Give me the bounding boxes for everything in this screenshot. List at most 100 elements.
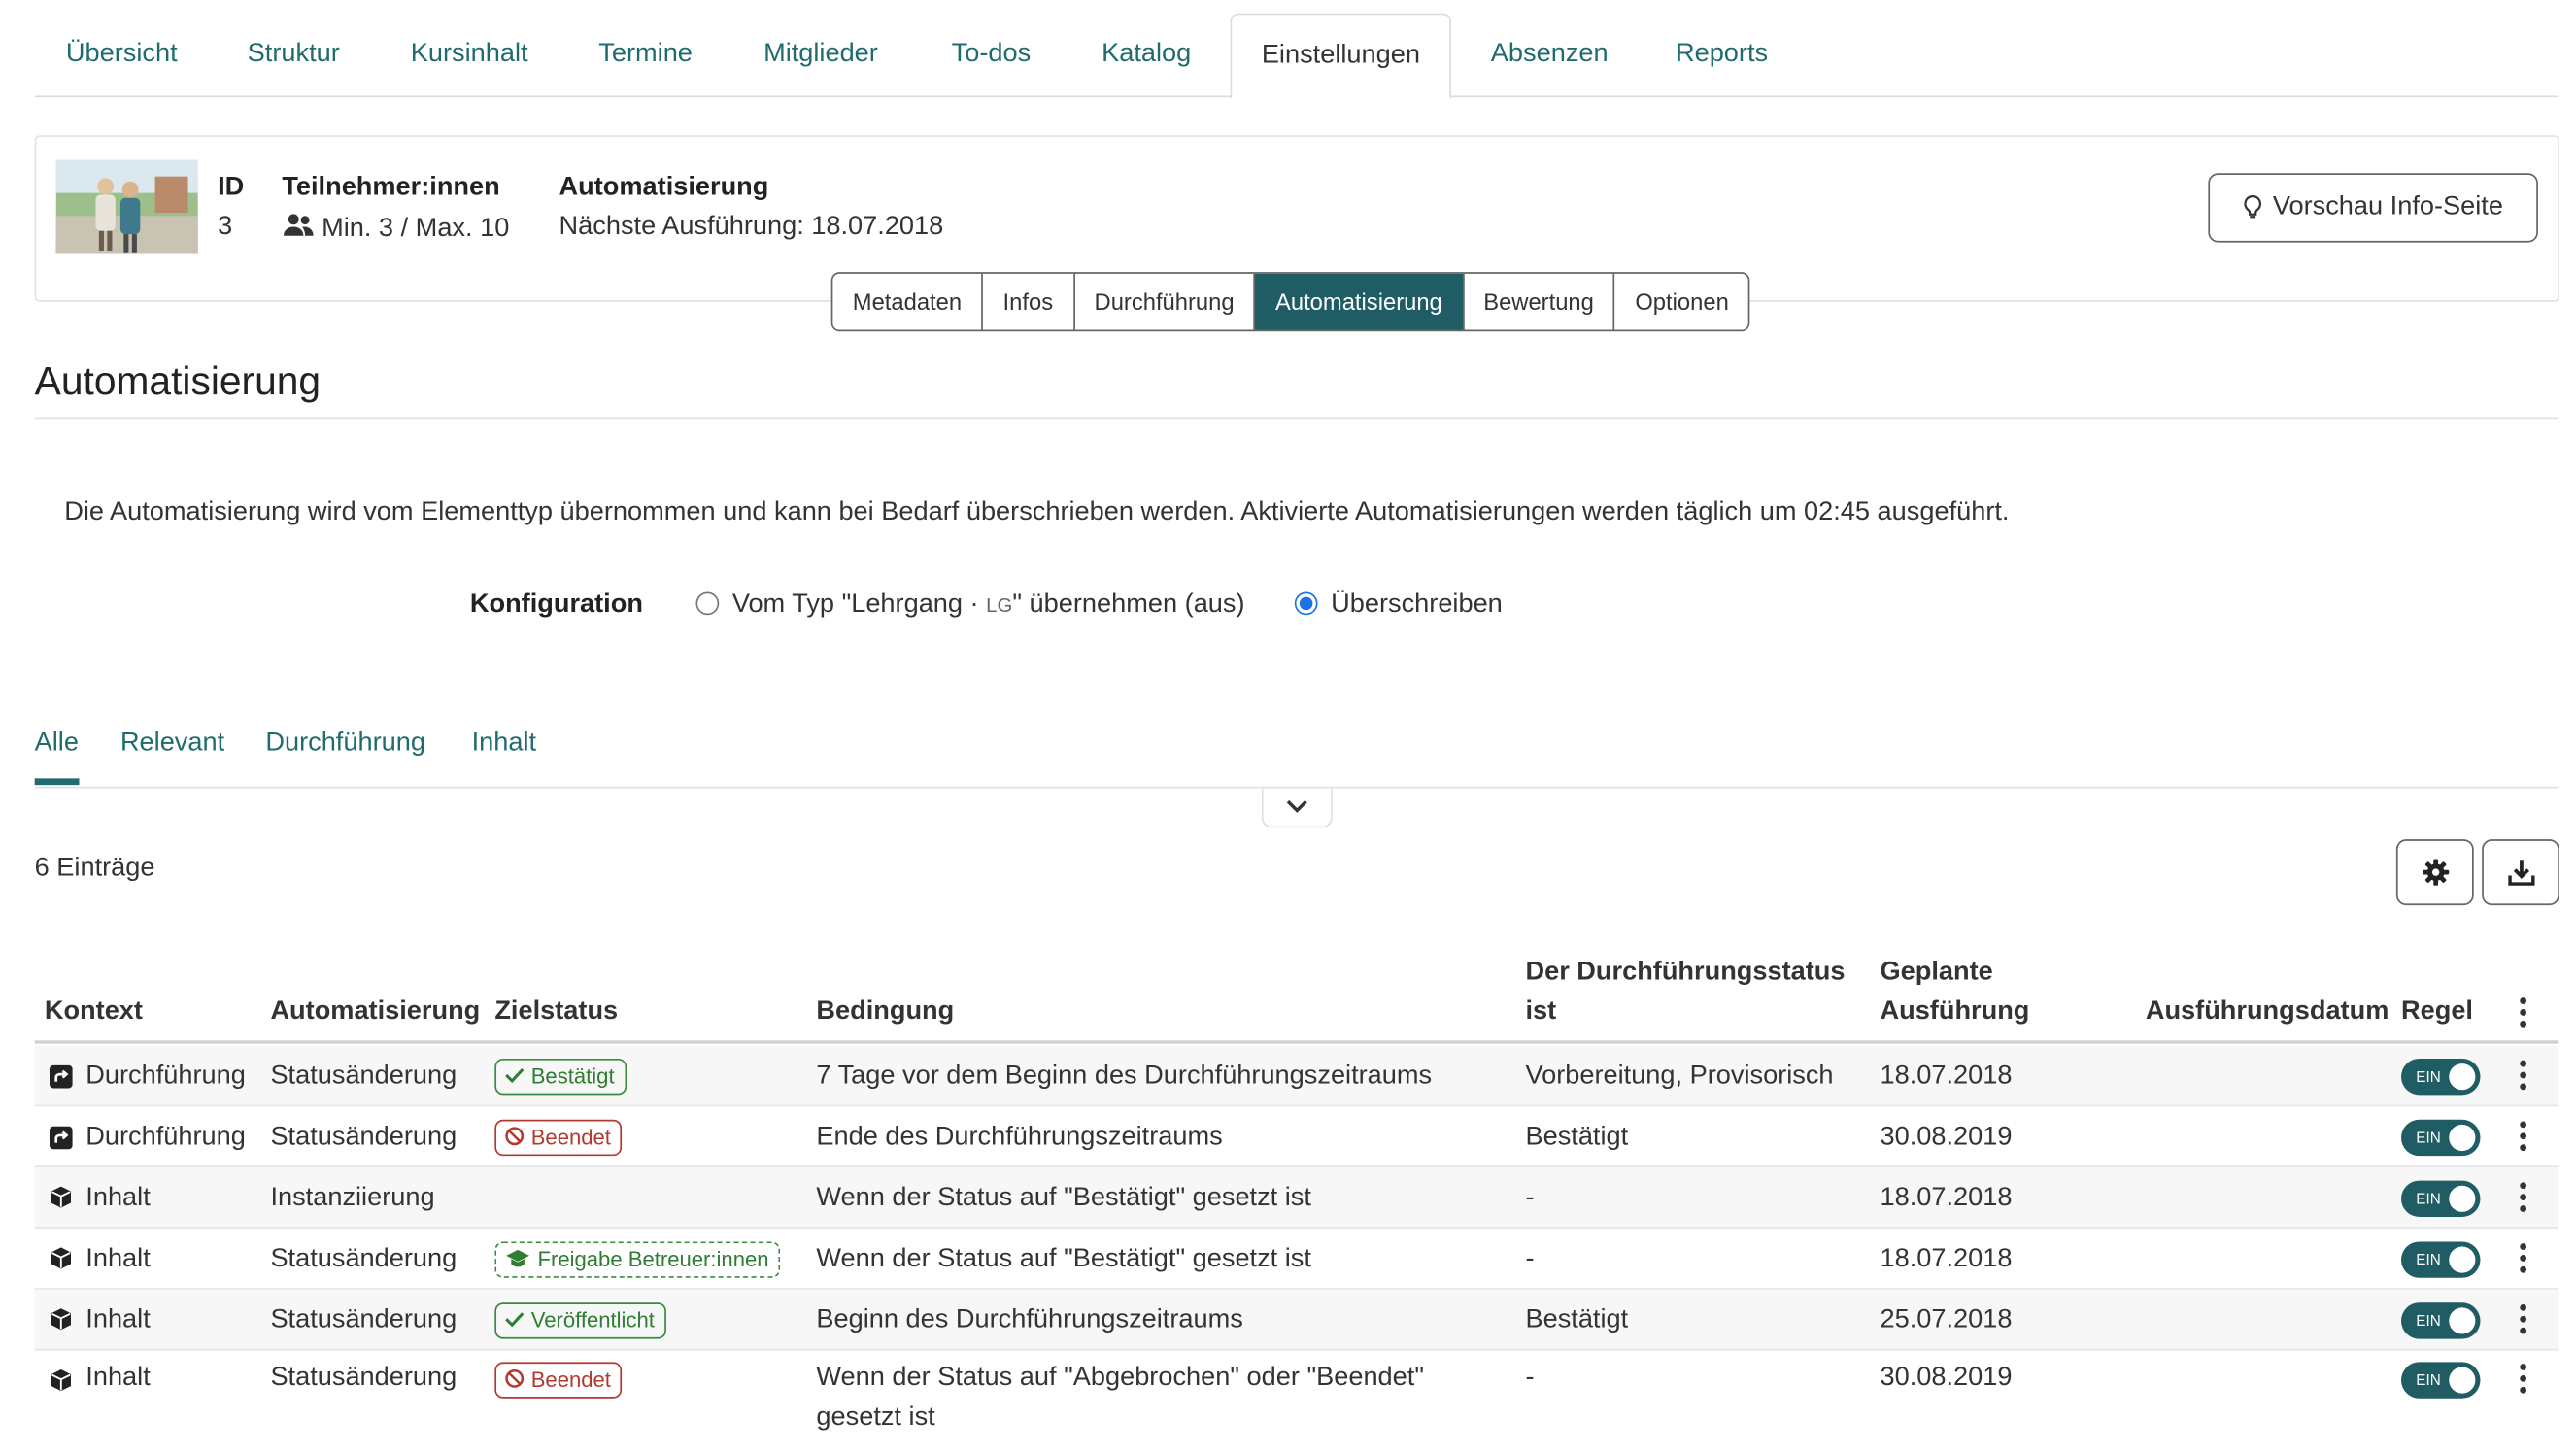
subtab-optionen[interactable]: Optionen [1615,274,1748,330]
divider [34,417,2559,420]
rule-toggle[interactable]: EIN [2400,1241,2481,1278]
active-filter-indicator [34,778,80,786]
rule-toggle[interactable]: EIN [2400,1302,2481,1339]
subtab-automatisierung[interactable]: Automatisierung [1255,273,1464,330]
row-status: - [1525,1364,1535,1392]
row-status: - [1525,1244,1535,1273]
rule-toggle[interactable]: EIN [2400,1362,2481,1399]
radio-inherit-tag: LG [986,593,1013,617]
filter-relevant[interactable]: Relevant [120,728,224,759]
tab-struktur[interactable]: Struktur [248,14,340,96]
lightbulb-icon [2244,194,2262,219]
header-geplant-line1: Geplante [1880,958,1993,987]
row-kontext: Inhalt [85,1364,151,1392]
radio-override-circle[interactable] [1294,591,1318,616]
subtab-infos[interactable]: Infos [983,273,1075,330]
cube-icon [51,1186,72,1208]
cube-icon [51,1247,72,1269]
subtab-bewertung[interactable]: Bewertung [1464,273,1615,330]
row-bedingung: Wenn der Status auf "Bestätigt" gesetzt … [816,1184,1311,1212]
tab-einstellungen[interactable]: Einstellungen [1230,13,1452,99]
config-label: Konfiguration [469,590,643,619]
tab-kursinhalt[interactable]: Kursinhalt [411,14,528,96]
row-automatisierung: Statusänderung [270,1062,458,1091]
row-more-icon[interactable] [2520,1182,2527,1217]
download-icon [2507,860,2534,886]
row-bedingung: Ende des Durchführungszeitraums [816,1123,1223,1152]
tab-mitglieder[interactable]: Mitglieder [763,14,878,96]
row-geplant: 18.07.2018 [1880,1184,2013,1212]
radio-inherit[interactable]: Vom Typ "Lehrgang · LG" übernehmen (aus) [695,590,1245,621]
row-status: Bestätigt [1525,1123,1629,1152]
row-bedingung: Beginn des Durchführungszeitraums [816,1305,1243,1334]
row-more-icon[interactable] [2520,1060,2527,1096]
row-more-icon[interactable] [2520,1364,2527,1399]
tab-reports[interactable]: Reports [1676,14,1768,96]
tab-termine[interactable]: Termine [598,14,693,96]
tab-uebersicht[interactable]: Übersicht [66,14,178,96]
participants-value-wrap: Min. 3 / Max. 10 [282,213,509,244]
radio-override-label: Überschreiben [1331,590,1503,619]
tab-todos[interactable]: To-dos [952,14,1032,96]
rule-toggle[interactable]: EIN [2400,1180,2481,1217]
preview-button-label: Vorschau Info-Seite [2272,192,2503,221]
row-bedingung: 7 Tage vor dem Beginn des Durchführungsz… [816,1062,1433,1091]
row-kontext: Durchführung [85,1062,246,1091]
filter-inhalt[interactable]: Inhalt [472,728,536,759]
table-row: Inhalt Statusänderung Veröffentlicht Beg… [34,1289,2559,1351]
filter-alle[interactable]: Alle [35,728,79,759]
row-bedingung: Wenn der Status auf "Bestätigt" gesetzt … [816,1244,1311,1273]
header-status-line2: ist [1525,997,1557,1027]
header-more-icon[interactable] [2520,997,2527,1032]
preview-info-page-button[interactable]: Vorschau Info-Seite [2208,173,2538,243]
header-status-line1: Der Durchführungsstatus [1525,958,1846,987]
filter-durchfuehrung[interactable]: Durchführung [265,728,425,759]
row-kontext: Inhalt [85,1184,151,1212]
header-zielstatus[interactable]: Zielstatus [494,993,618,1032]
row-more-icon[interactable] [2520,1303,2527,1339]
radio-inherit-label-a: Vom Typ "Lehrgang · [731,590,979,619]
table-row: Inhalt Instanziierung Wenn der Status au… [34,1167,2559,1229]
badge-label: Bestätigt [530,1063,615,1089]
users-icon [284,214,314,236]
rule-toggle[interactable]: EIN [2400,1119,2481,1157]
radio-inherit-circle[interactable] [695,591,720,616]
row-status: Vorbereitung, Provisorisch [1525,1062,1834,1091]
settings-subtabs: Metadaten Infos Durchführung Automatisie… [830,272,1750,332]
badge-label: Veröffentlicht [530,1307,655,1333]
row-kontext: Inhalt [85,1244,151,1273]
header-kontext[interactable]: Kontext [45,993,143,1032]
row-more-icon[interactable] [2520,1243,2527,1278]
row-automatisierung: Instanziierung [270,1184,435,1212]
status-badge: Freigabe Betreuer:innen [494,1241,781,1278]
toggle-label: EIN [2416,1312,2441,1330]
row-geplant: 18.07.2018 [1880,1062,2013,1091]
radio-override[interactable]: Überschreiben [1294,590,1503,621]
row-more-icon[interactable] [2520,1121,2527,1157]
download-button[interactable] [2482,839,2559,906]
row-bedingung: Wenn der Status auf "Abgebrochen" oder "… [816,1364,1424,1392]
rule-toggle[interactable]: EIN [2400,1058,2481,1096]
tab-katalog[interactable]: Katalog [1102,14,1191,96]
header-automatisierung[interactable]: Automatisierung [270,993,480,1032]
table-settings-button[interactable] [2395,839,2474,906]
id-label: ID [218,173,245,202]
expand-filters-button[interactable] [1261,788,1333,828]
row-bedingung-cont: gesetzt ist [816,1402,935,1432]
header-regel[interactable]: Regel [2401,993,2473,1032]
header-status[interactable]: Der Durchführungsstatus ist [1525,953,1845,1031]
automation-next-run: Nächste Ausführung: 18.07.2018 [559,213,944,241]
tab-absenzen[interactable]: Absenzen [1491,14,1609,96]
row-automatisierung: Statusänderung [270,1123,458,1152]
header-ausfuehrungsdatum[interactable]: Ausführungsdatum [2146,993,2390,1032]
top-navigation: Übersicht Struktur Kursinhalt Termine Mi… [34,13,2559,99]
share-square-icon [49,1064,73,1089]
course-thumbnail [55,159,198,254]
header-bedingung[interactable]: Bedingung [816,993,954,1032]
subtab-metadaten[interactable]: Metadaten [832,273,984,330]
badge-label: Freigabe Betreuer:innen [537,1246,769,1272]
row-status: Bestätigt [1525,1305,1629,1334]
subtab-durchfuehrung[interactable]: Durchführung [1074,273,1256,330]
chevron-down-icon [1286,799,1307,813]
header-geplant[interactable]: Geplante Ausführung [1880,953,2029,1031]
